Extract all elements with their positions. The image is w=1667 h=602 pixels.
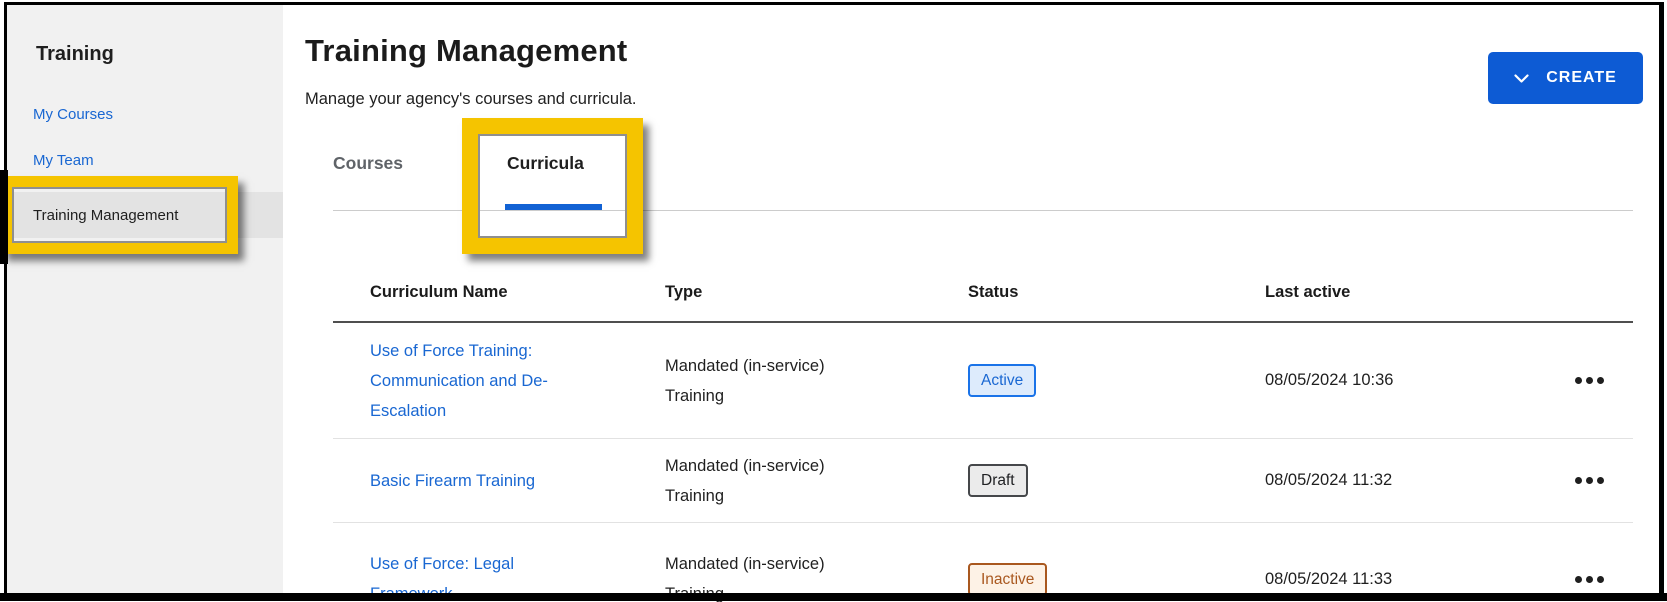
more-options-icon[interactable] bbox=[1573, 570, 1633, 589]
window-border-top bbox=[4, 2, 1664, 5]
curriculum-type: Mandated (in-service) Training bbox=[665, 356, 825, 405]
curricula-table: Curriculum Name Type Status Last active … bbox=[333, 250, 1633, 602]
last-active-value: 08/05/2024 10:36 bbox=[1265, 371, 1394, 389]
active-tab-indicator bbox=[505, 204, 602, 210]
table-row: Basic Firearm Training Mandated (in-serv… bbox=[333, 439, 1633, 523]
table-row: Use of Force Training: Communication and… bbox=[333, 323, 1633, 439]
sidebar-item-my-courses[interactable]: My Courses bbox=[33, 106, 113, 123]
column-header-curriculum-name: Curriculum Name bbox=[370, 283, 508, 301]
more-options-icon[interactable] bbox=[1573, 471, 1633, 490]
sidebar-title: Training bbox=[36, 43, 114, 65]
create-button[interactable]: CREATE bbox=[1488, 52, 1643, 104]
table-row: Use of Force: Legal Framework Mandated (… bbox=[333, 523, 1633, 602]
sidebar: Training My Courses My Team Training Man… bbox=[7, 5, 283, 593]
chevron-down-icon bbox=[1514, 73, 1529, 83]
column-header-status: Status bbox=[968, 283, 1019, 301]
curriculum-link[interactable]: Use of Force Training: Communication and… bbox=[370, 336, 582, 426]
tab-courses[interactable]: Courses bbox=[333, 153, 403, 174]
sidebar-item-my-team[interactable]: My Team bbox=[33, 152, 94, 169]
window-border-right bbox=[1659, 2, 1664, 596]
last-active-value: 08/05/2024 11:33 bbox=[1265, 569, 1393, 588]
sidebar-item-training-management[interactable]: Training Management bbox=[7, 192, 283, 238]
window-border-left bbox=[4, 2, 7, 596]
curriculum-type: Mandated (in-service) Training bbox=[665, 456, 825, 505]
create-button-label: CREATE bbox=[1546, 69, 1617, 86]
tab-curricula[interactable]: Curricula bbox=[507, 153, 584, 174]
curriculum-link[interactable]: Basic Firearm Training bbox=[370, 466, 535, 496]
sidebar-item-label: Training Management bbox=[33, 206, 179, 224]
window-border-bottom bbox=[0, 593, 1667, 601]
status-badge: Draft bbox=[968, 464, 1028, 497]
table-header-row: Curriculum Name Type Status Last active bbox=[333, 250, 1633, 323]
status-badge: Active bbox=[968, 364, 1037, 397]
tab-divider bbox=[333, 210, 1633, 211]
last-active-value: 08/05/2024 11:32 bbox=[1265, 471, 1393, 489]
column-header-last-active: Last active bbox=[1265, 283, 1351, 301]
annotation-highlight-curricula-tab bbox=[462, 118, 643, 254]
app-window: Training My Courses My Team Training Man… bbox=[0, 0, 1667, 602]
more-options-icon[interactable] bbox=[1573, 371, 1633, 390]
page-subtitle: Manage your agency's courses and curricu… bbox=[305, 90, 637, 108]
column-header-type: Type bbox=[665, 283, 703, 301]
window-border-left-accent bbox=[0, 170, 8, 264]
page-title: Training Management bbox=[305, 33, 628, 68]
status-badge: Inactive bbox=[968, 562, 1048, 596]
